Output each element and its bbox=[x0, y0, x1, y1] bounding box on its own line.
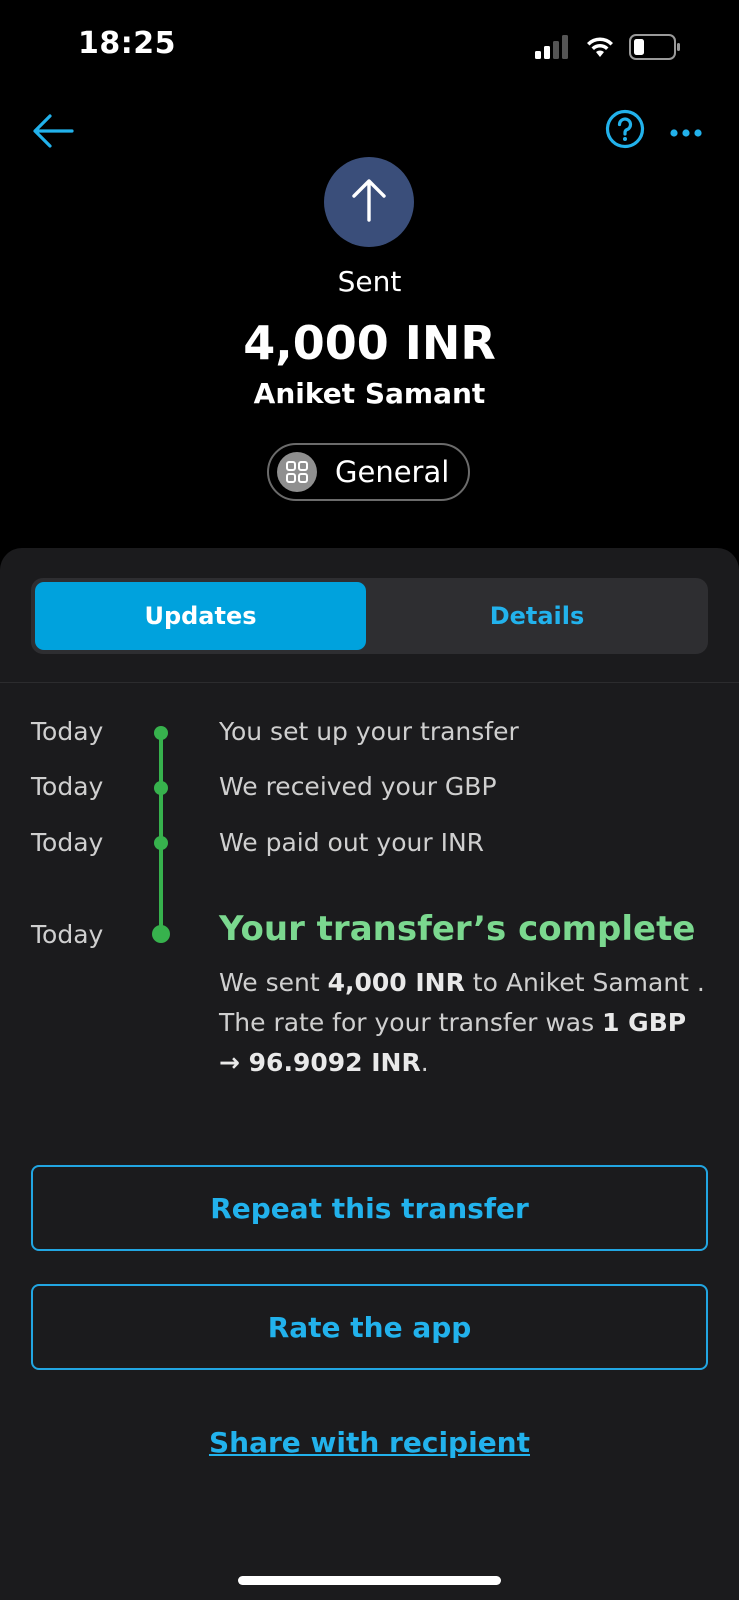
timeline-text: We received your GBP bbox=[219, 772, 497, 801]
details-text: We sent bbox=[219, 968, 328, 997]
grid-icon bbox=[277, 452, 317, 492]
status-icons bbox=[535, 34, 681, 64]
transfer-complete-title: Your transfer’s complete bbox=[219, 909, 696, 949]
tab-updates[interactable]: Updates bbox=[35, 582, 366, 650]
divider bbox=[0, 682, 739, 683]
repeat-transfer-button[interactable]: Repeat this transfer bbox=[31, 1165, 708, 1251]
arrow-up-icon bbox=[349, 178, 389, 226]
timeline-dot bbox=[154, 836, 168, 850]
category-label: General bbox=[335, 455, 450, 489]
transfer-status-avatar bbox=[324, 157, 414, 247]
signal-icon bbox=[535, 35, 571, 63]
timeline-dot bbox=[154, 726, 168, 740]
more-button[interactable] bbox=[666, 112, 706, 152]
timeline-line bbox=[159, 731, 163, 935]
details-text: . bbox=[420, 1048, 429, 1077]
status-label: Sent bbox=[337, 265, 402, 298]
details-text: The rate for your transfer was bbox=[219, 1008, 603, 1037]
back-button[interactable] bbox=[30, 110, 76, 156]
transfer-complete-details: We sent 4,000 INR to Aniket Samant . The… bbox=[219, 963, 709, 1083]
timeline-dot bbox=[154, 781, 168, 795]
arrow-left-icon bbox=[32, 113, 74, 153]
wifi-icon bbox=[585, 35, 615, 63]
battery-icon bbox=[629, 34, 681, 64]
details-amount: 4,000 INR bbox=[327, 968, 465, 997]
tab-switcher: Updates Details bbox=[31, 578, 708, 654]
details-text: to Aniket Samant . bbox=[464, 968, 705, 997]
share-with-recipient-link[interactable]: Share with recipient bbox=[0, 1426, 739, 1459]
status-time: 18:25 bbox=[78, 26, 176, 61]
timeline-text: You set up your transfer bbox=[219, 717, 519, 746]
timeline-date: Today bbox=[31, 828, 104, 857]
timeline-dot-complete bbox=[152, 925, 170, 943]
recipient-name: Aniket Samant bbox=[253, 377, 486, 410]
timeline-date: Today bbox=[31, 772, 104, 801]
timeline-date: Today bbox=[31, 717, 104, 746]
help-button[interactable] bbox=[604, 109, 646, 153]
timeline-date: Today bbox=[31, 920, 104, 949]
rate-app-button[interactable]: Rate the app bbox=[31, 1284, 708, 1370]
category-pill[interactable]: General bbox=[267, 443, 470, 501]
timeline-text: We paid out your INR bbox=[219, 828, 485, 857]
tab-details[interactable]: Details bbox=[370, 582, 704, 650]
question-circle-icon bbox=[605, 109, 645, 153]
home-indicator bbox=[238, 1576, 501, 1585]
more-horizontal-icon bbox=[669, 123, 703, 142]
transfer-amount: 4,000 INR bbox=[243, 316, 496, 370]
